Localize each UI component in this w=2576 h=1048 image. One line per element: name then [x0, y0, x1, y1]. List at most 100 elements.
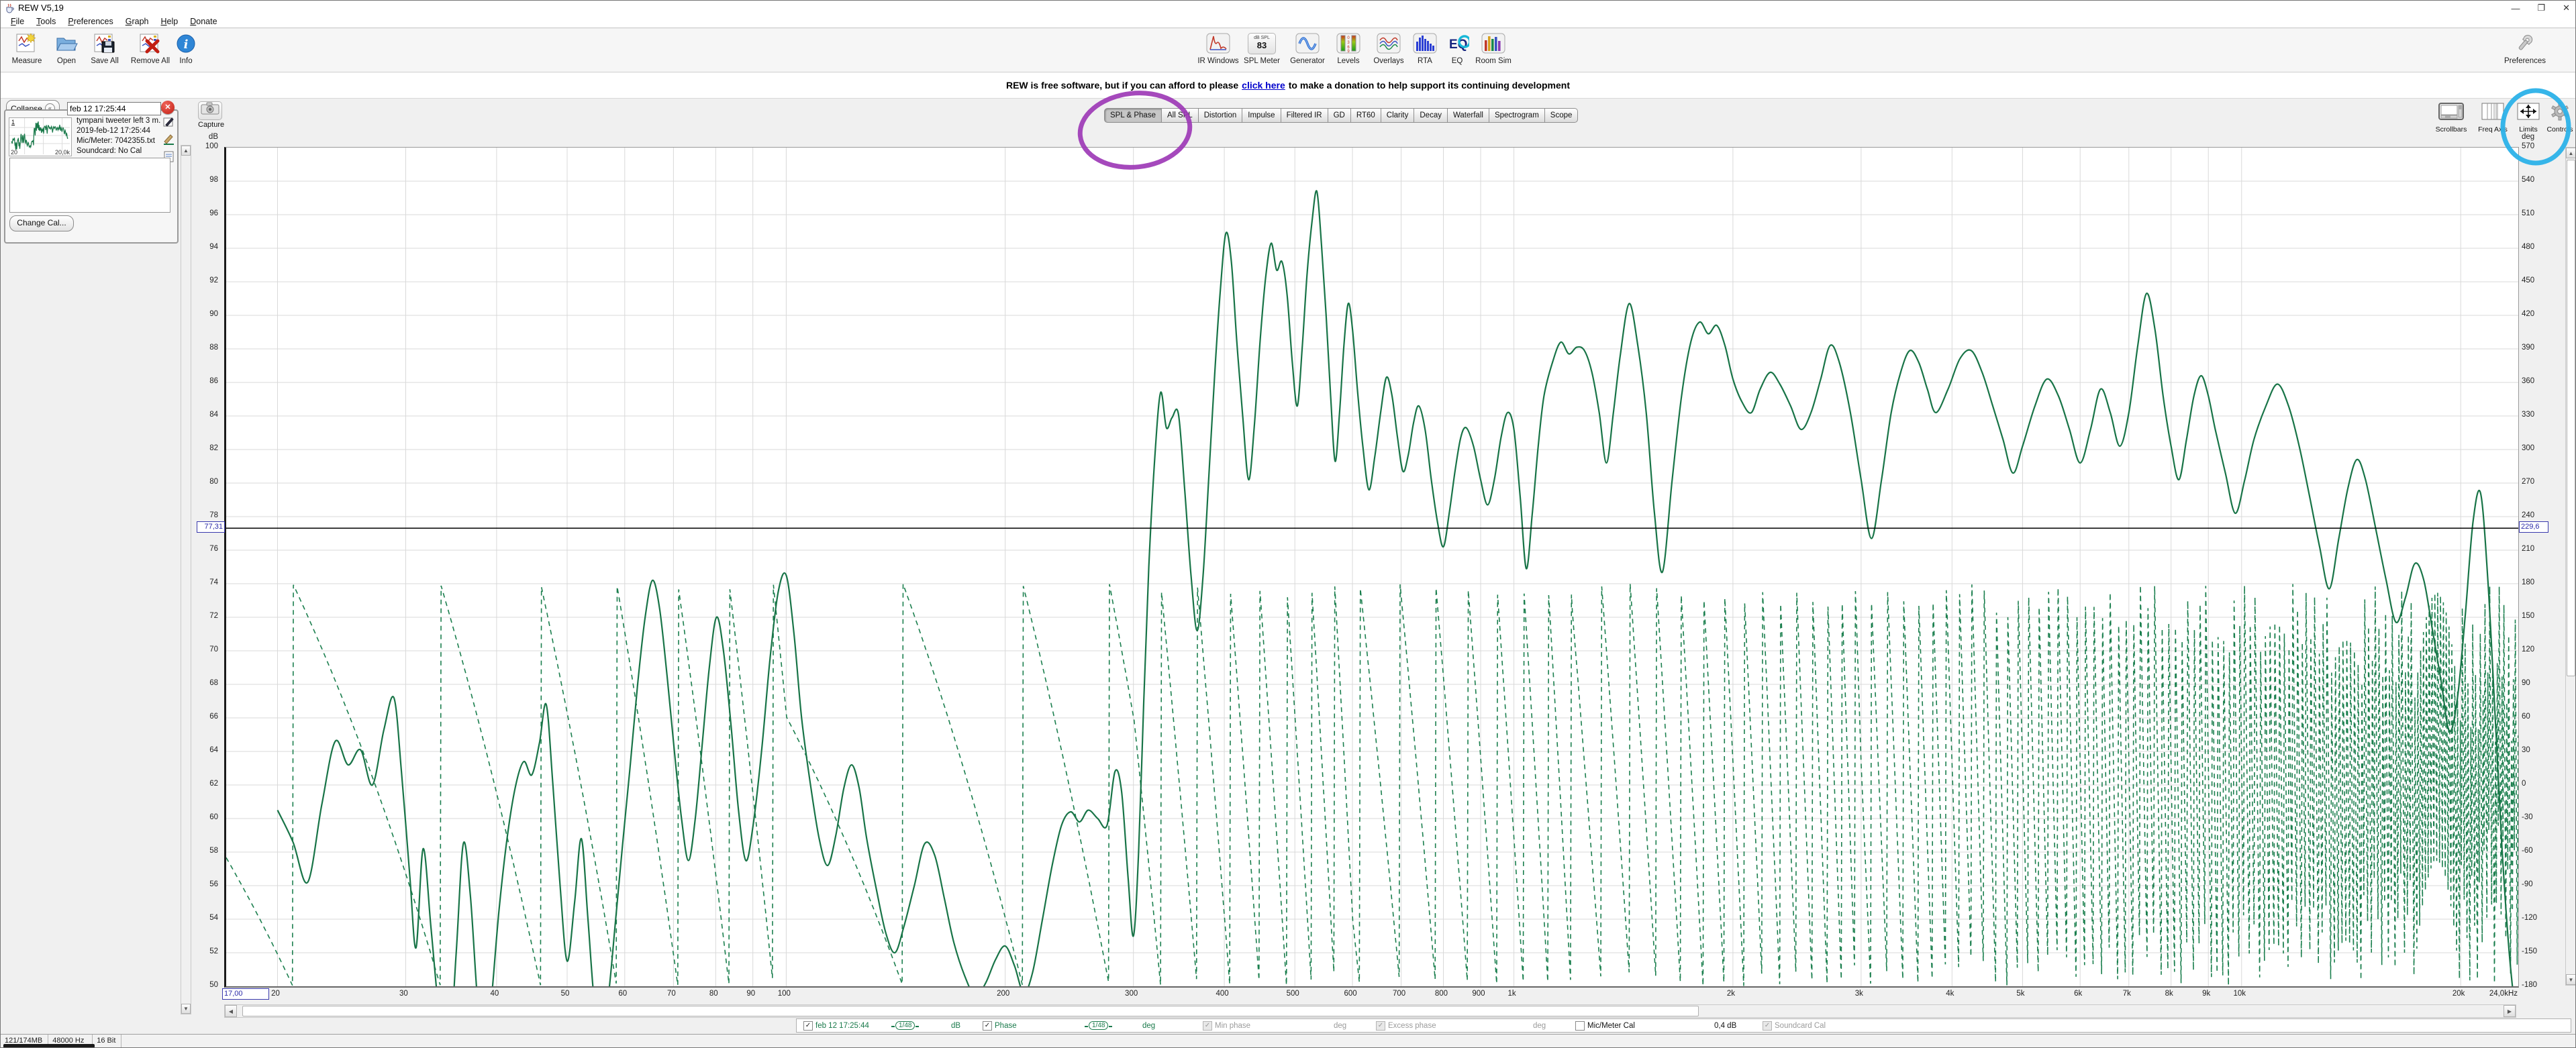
scrollbars-button[interactable]: Scrollbars — [2430, 101, 2472, 134]
spl-phase-plot[interactable] — [224, 147, 2519, 988]
controls-button[interactable]: Controls — [2544, 101, 2575, 134]
menu-graph[interactable]: Graph — [119, 17, 155, 26]
y-left-tick: 82 — [191, 444, 218, 452]
measurement-notes-box[interactable] — [9, 158, 170, 213]
scroll-right-icon[interactable]: ▶ — [2504, 1005, 2516, 1017]
tab-spectrogram[interactable]: Spectrogram — [1489, 108, 1545, 123]
smoothing-icon[interactable]: 1/48 — [1089, 1021, 1108, 1030]
delete-measurement-button[interactable]: ✕ — [161, 101, 175, 114]
open-button[interactable]: Open — [52, 32, 81, 65]
checkbox-icon[interactable]: ✓ — [803, 1021, 813, 1031]
tab-clarity[interactable]: Clarity — [1381, 108, 1415, 123]
x-axis-tick: 80 — [695, 990, 732, 998]
svg-text:EQ: EQ — [1449, 38, 1467, 52]
checkbox-icon[interactable]: ✓ — [983, 1021, 992, 1031]
spl-meter-button[interactable]: dB SPL83SPL Meter — [1242, 32, 1281, 65]
close-button[interactable]: ✕ — [2563, 3, 2570, 13]
java-cup-icon — [5, 3, 15, 17]
tab-all-spl[interactable]: All SPL — [1162, 108, 1199, 123]
y-left-tick: 64 — [191, 746, 218, 754]
graph-h-scrollbar[interactable]: ◀ ▶ — [224, 1004, 2516, 1018]
checkbox-icon[interactable] — [1575, 1021, 1585, 1031]
feb-12-17-25-44-checkbox[interactable]: ✓feb 12 17:25:44 — [803, 1019, 869, 1032]
scroll-down-icon[interactable]: ▼ — [181, 1004, 191, 1014]
limits-button[interactable]: Limits — [2514, 101, 2543, 134]
tab-spl-phase[interactable]: SPL & Phase — [1104, 108, 1162, 123]
measure-button[interactable]: Measure — [7, 32, 46, 65]
checkbox-icon: ✓ — [1203, 1021, 1212, 1031]
room-sim-button[interactable]: Room Sim — [1475, 32, 1512, 65]
mic-meter-cal-checkbox[interactable]: Mic/Meter Cal — [1575, 1019, 1635, 1032]
x-axis-tick: 6k — [2059, 990, 2097, 998]
h-scroll-thumb[interactable] — [242, 1006, 1699, 1016]
excess-phase-checkbox[interactable]: ✓Excess phase — [1376, 1019, 1436, 1032]
graph-v-scrollbar[interactable]: ▲ ▼ — [2565, 147, 2576, 986]
scroll-up-icon[interactable]: ▲ — [181, 146, 191, 156]
x-axis-tick: 900 — [1460, 990, 1497, 998]
capture-button[interactable]: Capture — [198, 101, 224, 129]
edit-notes-icon[interactable] — [163, 116, 175, 131]
freq-axis-min-field[interactable]: 17,00 — [222, 988, 269, 1000]
measurement-name-input[interactable] — [67, 102, 161, 115]
y-left-tick: 84 — [191, 411, 218, 419]
trace-colour-icon[interactable] — [163, 134, 175, 148]
x-axis-tick: 4k — [1931, 990, 1969, 998]
tab-filtered-ir[interactable]: Filtered IR — [1281, 108, 1328, 123]
menu-tools[interactable]: Tools — [30, 17, 62, 26]
eq-button[interactable]: EQEQ — [1445, 32, 1469, 65]
tab-waterfall[interactable]: Waterfall — [1448, 108, 1489, 123]
tab-rt60[interactable]: RT60 — [1351, 108, 1381, 123]
donation-banner: REW is free software, but if you can aff… — [1, 72, 2575, 99]
smoothing-icon[interactable]: 1/48 — [895, 1021, 915, 1030]
ir-windows-button[interactable]: IR Windows — [1197, 32, 1240, 65]
y-right-tick: 180 — [2522, 578, 2555, 586]
scroll-left-icon[interactable]: ◀ — [225, 1005, 237, 1017]
change-cal-button[interactable]: Change Cal... — [9, 215, 74, 231]
donate-link[interactable]: click here — [1242, 80, 1285, 91]
rta-button[interactable]: RTA — [1411, 32, 1438, 65]
x-axis-tick: 30 — [385, 990, 422, 998]
cursor-db-value: 77,31 — [197, 521, 225, 533]
graph-area: Capture SPL & PhaseAll SPLDistortionImpu… — [191, 99, 2576, 1018]
tab-scope[interactable]: Scope — [1545, 108, 1579, 123]
phase-checkbox[interactable]: ✓Phase — [983, 1019, 1017, 1032]
measurement-list-scrollbar[interactable]: ▲ ▼ — [181, 145, 191, 1014]
preferences-button[interactable]: Preferences — [2501, 32, 2548, 65]
y-right-tick: 60 — [2522, 713, 2555, 721]
x-axis-tick: 600 — [1332, 990, 1369, 998]
tab-gd[interactable]: GD — [1328, 108, 1351, 123]
save-all-button[interactable]: Save All — [85, 32, 124, 65]
tab-decay[interactable]: Decay — [1414, 108, 1448, 123]
scroll-up-icon[interactable]: ▲ — [2566, 148, 2576, 158]
overlays-button[interactable]: Overlays — [1370, 32, 1407, 65]
camera-icon — [198, 101, 222, 120]
x-axis-tick: 10k — [2221, 990, 2259, 998]
min-phase-checkbox[interactable]: ✓Min phase — [1203, 1019, 1250, 1032]
remove-all-button[interactable]: Remove All — [130, 32, 171, 65]
minimize-button[interactable]: — — [2511, 3, 2520, 13]
scrollbars-label: Scrollbars — [2430, 125, 2472, 134]
room-sim-icon — [1475, 32, 1512, 56]
levels-button[interactable]: 0369Levels — [1334, 32, 1363, 65]
1-48-smoothing-control[interactable]: 1/48 — [895, 1019, 915, 1032]
menu-donate[interactable]: Donate — [184, 17, 223, 26]
info-button[interactable]: iInfo — [172, 32, 199, 65]
y-right-tick: -180 — [2522, 981, 2555, 989]
v-scroll-thumb[interactable] — [2567, 160, 2575, 676]
measurement-card[interactable]: ✕ 1 20 20,0k tympani tweeter left 3 m. 2… — [4, 109, 179, 244]
scroll-down-icon[interactable]: ▼ — [2566, 974, 2576, 985]
room-sim-label: Room Sim — [1475, 57, 1512, 65]
tab-distortion[interactable]: Distortion — [1199, 108, 1243, 123]
tab-impulse[interactable]: Impulse — [1242, 108, 1281, 123]
measurement-thumbnail[interactable]: 1 20 20,0k — [9, 117, 72, 156]
x-axis-tick: 8k — [2150, 990, 2188, 998]
generator-button[interactable]: Generator — [1287, 32, 1328, 65]
1-48-smoothing-control[interactable]: 1/48 — [1089, 1019, 1108, 1032]
menu-file[interactable]: File — [5, 17, 30, 26]
soundcard-cal-checkbox[interactable]: ✓Soundcard Cal — [1763, 1019, 1826, 1032]
menu-help[interactable]: Help — [155, 17, 185, 26]
menu-preferences[interactable]: Preferences — [62, 17, 119, 26]
maximize-button[interactable]: ❐ — [2537, 3, 2545, 13]
rta-label: RTA — [1411, 57, 1438, 65]
freq-axis-button[interactable]: Freq Axis — [2475, 101, 2511, 134]
